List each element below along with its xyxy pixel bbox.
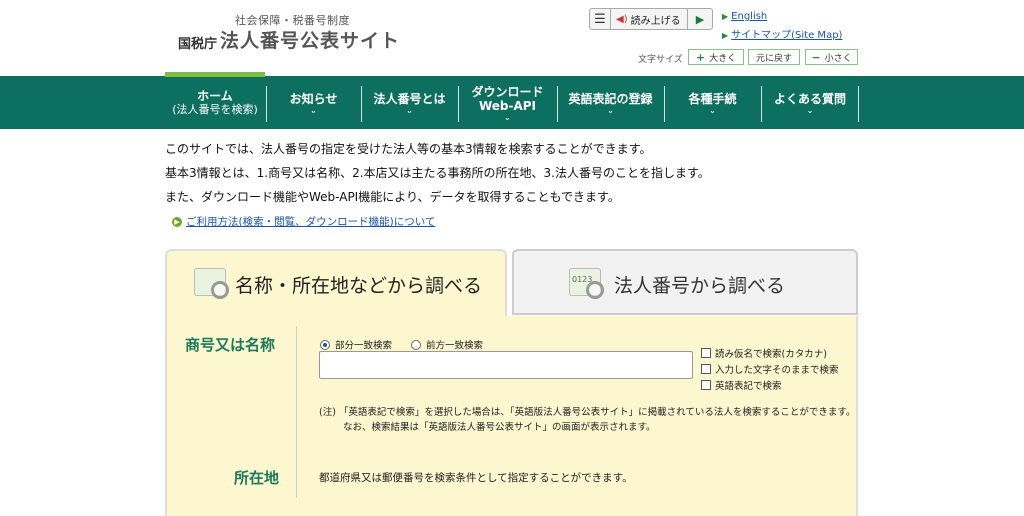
nav-home[interactable]: ホーム (法人番号を検索) <box>165 78 265 128</box>
menu-icon[interactable]: ☰ <box>590 9 611 29</box>
intro-text-line: 基本3情報とは、1.商号又は名称、2.本店又は主たる事務所の所在地、3.法人番号… <box>165 166 710 180</box>
nav-active-indicator <box>165 72 265 77</box>
intro-text-line: また、ダウンロード機能やWeb-API機能により、データを取得することもできます… <box>165 190 620 204</box>
chevron-down-icon: ⌄ <box>607 105 614 115</box>
font-reset-label: 元に戻す <box>755 53 792 64</box>
name-field-label: 商号又は名称 <box>185 336 276 354</box>
plus-icon: + <box>695 50 706 64</box>
usage-guide-link-label[interactable]: ご利用方法(検索・閲覧、ダウンロード機能)について <box>186 216 435 228</box>
chevron-down-icon: ⌄ <box>406 105 413 115</box>
form-divider <box>296 326 297 498</box>
nav-about-label: 法人番号とは <box>373 91 446 106</box>
font-small-label: 小さく <box>824 53 852 64</box>
nav-download-sublabel: Web-API <box>478 98 537 113</box>
tab-name-location-label: 名称・所在地などから調べる <box>235 275 483 297</box>
tab-corporate-number-label: 法人番号から調べる <box>614 275 786 297</box>
play-icon[interactable]: ▶ <box>687 9 712 29</box>
tab-corporate-number-search[interactable]: 0123 法人番号から調べる <box>512 249 858 315</box>
tab-name-location-search[interactable]: 名称・所在地などから調べる <box>165 249 507 317</box>
nav-download[interactable]: ダウンロード Web-API ⌄ <box>459 78 556 128</box>
intro-text-line: このサイトでは、法人番号の指定を受けた法人等の基本3情報を検索することができます… <box>165 142 652 156</box>
agency-name: 国税庁 <box>178 37 218 52</box>
checkbox-kana-label: 読み仮名で検索(カタカナ) <box>715 349 827 360</box>
checkbox-kana-search[interactable]: 読み仮名で検索(カタカナ) <box>701 346 827 360</box>
chevron-down-icon: ⌄ <box>806 105 814 115</box>
checkbox-icon[interactable] <box>701 348 711 358</box>
english-search-note: (注) 「英語表記で検索」を選択した場合は、「英語版法人番号公表サイト」に掲載さ… <box>319 407 856 418</box>
arrow-bullet-icon: ▶ <box>722 12 729 21</box>
chevron-down-icon: ⌄ <box>504 112 511 122</box>
sitemap-link-label[interactable]: サイトマップ(Site Map) <box>731 30 842 41</box>
english-search-note-continued: なお、検索結果は「英語版法人番号公表サイト」の画面が表示されます。 <box>343 422 656 433</box>
nav-home-label: ホーム <box>197 89 233 103</box>
arrow-bullet-icon: ▶ <box>722 31 729 40</box>
sitemap-link[interactable]: ▶ サイトマップ(Site Map) <box>722 26 842 41</box>
read-aloud-bar: ☰ ◀) 読み上げる ▶ <box>589 8 713 30</box>
nav-faq-label: よくある質問 <box>773 91 846 106</box>
site-title[interactable]: 法人番号公表サイト <box>220 26 400 53</box>
nav-divider <box>858 86 859 122</box>
radio-selected-icon[interactable] <box>320 339 330 350</box>
chevron-down-icon: ⌄ <box>709 105 716 115</box>
nav-faq[interactable]: よくある質問 ⌄ <box>762 78 858 128</box>
english-link[interactable]: ▶ English <box>722 11 767 22</box>
nav-procedures-label: 各種手続 <box>688 91 737 106</box>
nav-news[interactable]: お知らせ ⌄ <box>267 78 360 128</box>
nav-procedures[interactable]: 各種手続 ⌄ <box>665 78 760 128</box>
speaker-icon: ◀) <box>616 13 628 25</box>
english-link-label[interactable]: English <box>731 11 767 22</box>
radio-unselected-icon[interactable] <box>411 339 421 350</box>
magnifier-search-icon <box>194 268 229 299</box>
nav-about[interactable]: 法人番号とは ⌄ <box>362 78 457 128</box>
name-search-input[interactable] <box>319 351 693 379</box>
read-aloud-label[interactable]: 読み上げる <box>631 12 681 27</box>
font-reset-button[interactable]: 元に戻す <box>748 49 800 65</box>
nav-english-registration-label: 英語表記の登録 <box>568 91 653 106</box>
checkbox-english-label: 英語表記で検索 <box>715 381 782 392</box>
checkbox-exact-text-label: 入力した文字そのままで検索 <box>715 365 839 376</box>
usage-guide-link[interactable]: ▶ ご利用方法(検索・閲覧、ダウンロード機能)について <box>172 214 435 229</box>
checkbox-icon[interactable] <box>701 380 711 390</box>
nav-english-registration[interactable]: 英語表記の登録 ⌄ <box>558 78 663 128</box>
font-size-label: 文字サイズ <box>638 55 683 65</box>
nav-home-sublabel: (法人番号を検索) <box>172 103 258 116</box>
arrow-circle-icon: ▶ <box>172 217 182 227</box>
checkbox-icon[interactable] <box>701 364 711 374</box>
minus-icon: − <box>811 50 821 64</box>
font-small-button[interactable]: − 小さく <box>805 49 858 65</box>
radio-prefix-label: 前方一致検索 <box>426 340 484 352</box>
radio-partial-label: 部分一致検索 <box>335 340 393 352</box>
nav-download-label: ダウンロード <box>471 84 544 99</box>
checkbox-exact-text-search[interactable]: 入力した文字そのままで検索 <box>701 362 839 376</box>
font-large-button[interactable]: + 大きく <box>688 49 744 65</box>
font-large-label: 大きく <box>709 53 737 64</box>
nav-news-label: お知らせ <box>289 91 338 106</box>
checkbox-english-search[interactable]: 英語表記で検索 <box>701 378 782 392</box>
number-magnifier-icon: 0123 <box>569 268 604 299</box>
location-description: 都道府県又は郵便番号を検索条件として指定することができます。 <box>319 472 633 484</box>
chevron-down-icon: ⌄ <box>310 105 317 115</box>
location-field-label: 所在地 <box>234 469 280 487</box>
